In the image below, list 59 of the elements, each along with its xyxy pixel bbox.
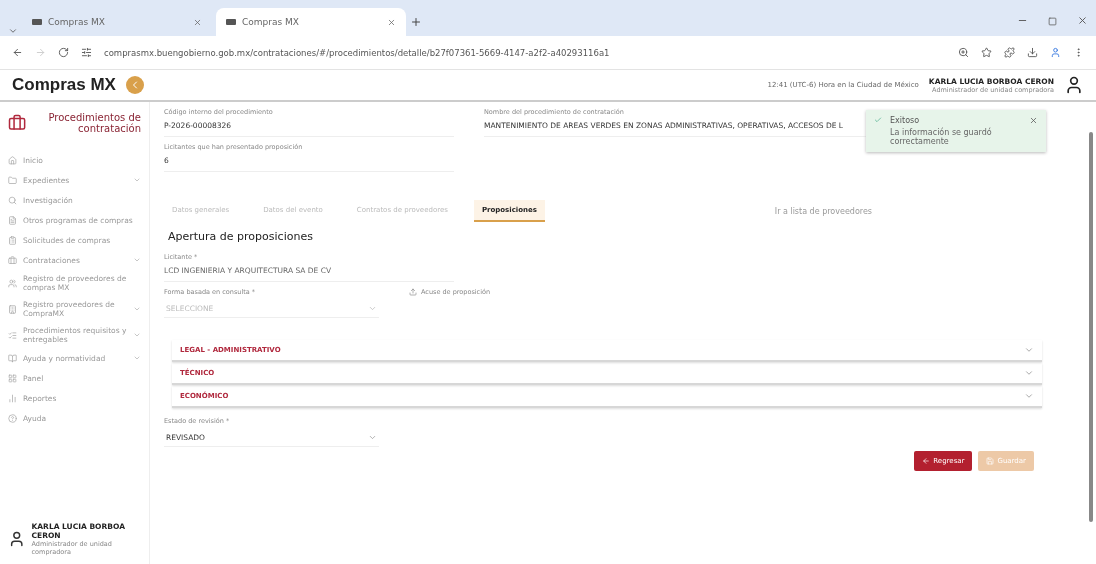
zoom-icon[interactable] <box>958 47 969 58</box>
new-tab-icon[interactable] <box>410 16 422 28</box>
chevron-down-icon <box>368 304 377 313</box>
favicon-icon <box>32 19 42 25</box>
building-icon <box>8 304 17 314</box>
folder-icon <box>8 175 17 185</box>
help-icon <box>8 413 17 423</box>
clipboard-icon <box>8 235 17 245</box>
checklist-icon <box>8 330 17 340</box>
chevron-down-icon <box>133 256 141 264</box>
back-icon[interactable] <box>12 47 23 58</box>
bar-chart-icon <box>8 393 17 403</box>
upload-icon <box>409 288 417 296</box>
chevron-down-icon <box>1024 345 1034 355</box>
sidebar-title: Procedimientos de contratación <box>47 111 141 135</box>
site-settings-icon[interactable] <box>81 47 92 58</box>
users-icon <box>8 278 17 288</box>
browser-tab[interactable]: Compras MX <box>216 8 406 36</box>
briefcase-icon <box>8 255 17 265</box>
profile-icon[interactable] <box>1050 47 1061 58</box>
tab-list-icon[interactable] <box>8 26 18 36</box>
chevron-down-icon <box>133 331 141 339</box>
toast-message: La información se guardó correctamente <box>890 128 993 146</box>
star-icon[interactable] <box>981 47 992 58</box>
search-icon <box>8 195 17 205</box>
app-logo: Compras MX <box>12 75 116 95</box>
chevron-down-icon <box>133 305 141 313</box>
maximize-icon[interactable] <box>1048 17 1057 26</box>
download-icon[interactable] <box>1027 47 1038 58</box>
scrollbar[interactable] <box>1089 132 1093 522</box>
extensions-icon[interactable] <box>1004 47 1015 58</box>
document-icon <box>8 215 17 225</box>
chevron-down-icon <box>133 354 141 362</box>
section-title: Apertura de proposiciones <box>168 230 314 243</box>
browser-tab[interactable]: Compras MX <box>22 8 212 36</box>
url-field[interactable]: comprasmx.buengobierno.gob.mx/contrataciones/#/procedimientos/detalle/b27f07361-5669-4147-a2f2-a40293116a1 <box>104 47 946 58</box>
close-icon[interactable] <box>193 17 202 27</box>
toast-title: Exitoso <box>890 116 921 125</box>
avatar-icon <box>8 529 26 549</box>
collapse-button[interactable] <box>125 76 144 94</box>
book-icon <box>8 353 17 363</box>
close-icon[interactable] <box>1077 15 1088 26</box>
save-icon <box>986 457 995 465</box>
provider-list-link[interactable]: Ir a lista de proveedores <box>774 206 872 216</box>
tab-title: Compras MX <box>48 17 106 27</box>
check-icon <box>874 116 882 124</box>
grid-icon <box>8 373 17 383</box>
home-icon <box>8 155 17 165</box>
arrow-left-icon <box>922 457 931 465</box>
close-icon[interactable] <box>1029 116 1038 125</box>
avatar-icon <box>1064 75 1084 95</box>
chevron-down-icon <box>133 176 141 184</box>
chevron-down-icon <box>368 433 377 442</box>
close-icon[interactable] <box>387 17 396 27</box>
tab-title: Compras MX <box>242 17 300 27</box>
chevron-down-icon <box>1024 391 1034 401</box>
favicon-icon <box>226 19 236 25</box>
chevron-down-icon <box>1024 368 1034 378</box>
reload-icon[interactable] <box>58 47 69 58</box>
